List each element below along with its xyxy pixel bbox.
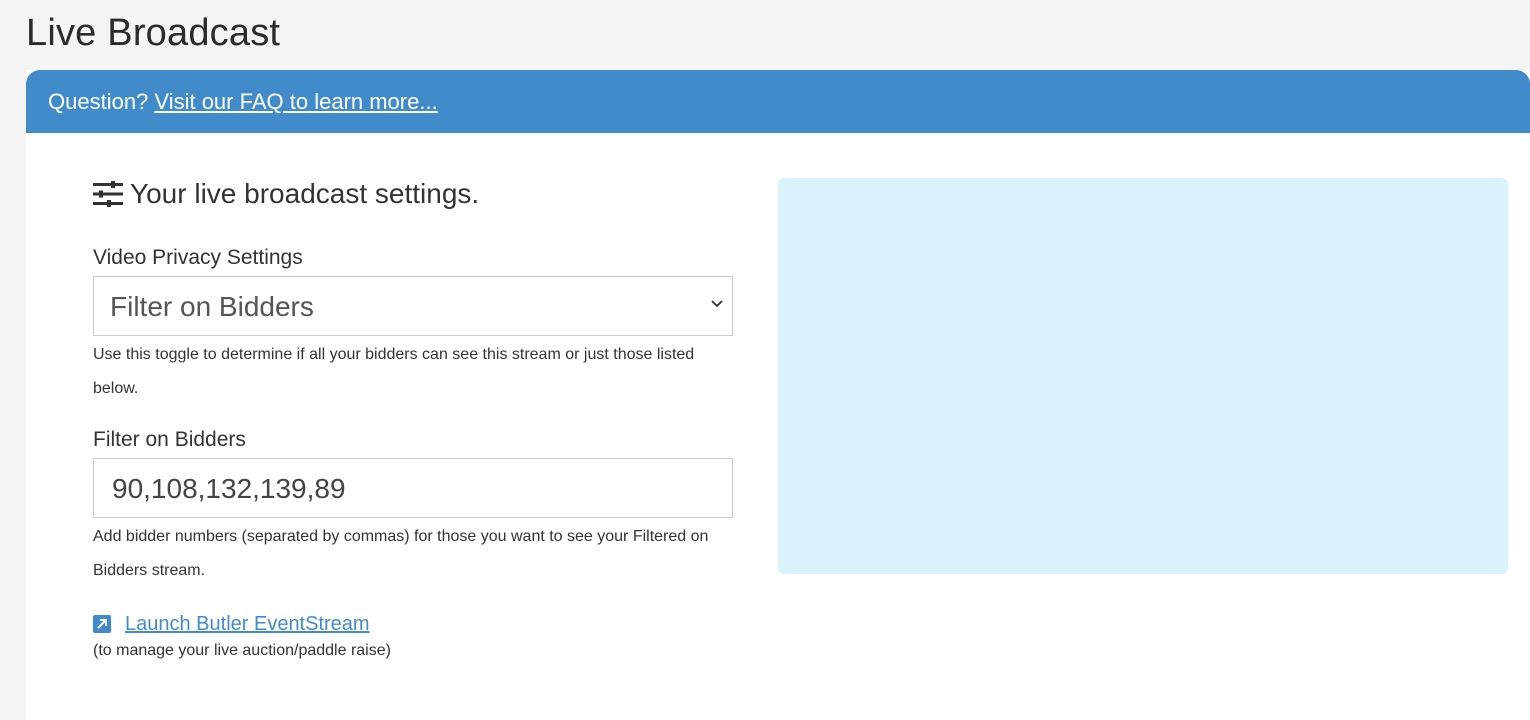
- launch-eventstream-link[interactable]: Launch Butler EventStream: [125, 613, 370, 636]
- filter-label: Filter on Bidders: [93, 428, 246, 451]
- chevron-down-icon: [711, 300, 723, 308]
- broadcast-panel: Question? Visit our FAQ to learn more...…: [26, 70, 1530, 720]
- launch-note: (to manage your live auction/paddle rais…: [93, 642, 391, 659]
- settings-heading: Your live broadcast settings.: [93, 178, 733, 210]
- privacy-select[interactable]: Filter on Bidders: [93, 276, 733, 336]
- privacy-help: Use this toggle to determine if all your…: [93, 346, 695, 397]
- video-preview: [778, 178, 1508, 574]
- settings-heading-text: Your live broadcast settings.: [130, 178, 480, 209]
- page-title: Live Broadcast: [26, 12, 281, 54]
- launch-row: Launch Butler EventStream: [93, 612, 733, 636]
- privacy-label: Video Privacy Settings: [93, 246, 303, 269]
- faq-link[interactable]: Visit our FAQ to learn more...: [154, 89, 437, 114]
- bidder-filter-input[interactable]: 90,108,132,139,89: [93, 458, 733, 518]
- broadcast-settings: Your live broadcast settings. Video Priv…: [93, 178, 733, 660]
- faq-banner: Question? Visit our FAQ to learn more...: [26, 70, 1530, 133]
- filter-help: Add bidder numbers (separated by commas)…: [93, 528, 709, 579]
- faq-prefix: Question?: [48, 89, 149, 114]
- privacy-select-value: Filter on Bidders: [110, 291, 314, 322]
- external-link-icon[interactable]: [93, 615, 111, 633]
- sliders-icon: [93, 181, 123, 207]
